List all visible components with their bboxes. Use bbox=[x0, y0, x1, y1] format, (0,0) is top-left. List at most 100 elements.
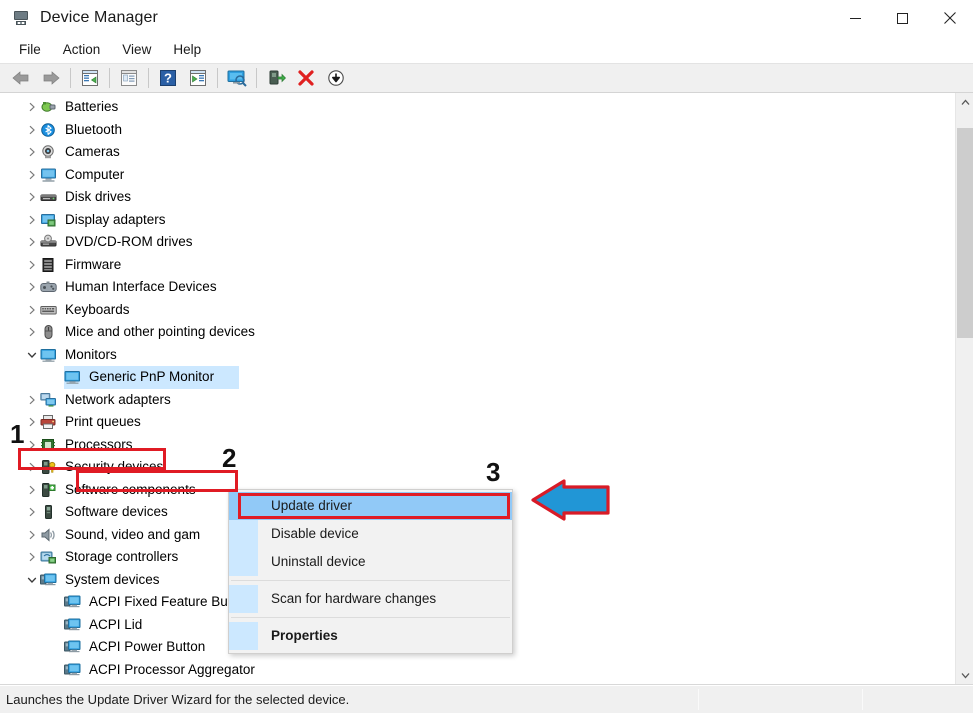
tree-item[interactable]: Batteries bbox=[0, 96, 955, 119]
close-icon[interactable] bbox=[926, 0, 973, 36]
tree-item-label: Mice and other pointing devices bbox=[65, 324, 255, 340]
minimize-icon[interactable] bbox=[832, 0, 879, 36]
context-menu-item-disable-device[interactable]: Disable device bbox=[229, 520, 512, 548]
menu-action[interactable]: Action bbox=[52, 37, 112, 62]
battery-icon bbox=[40, 99, 58, 115]
tree-item[interactable]: Cameras bbox=[0, 141, 955, 164]
tree-item-label: Generic PnP Monitor bbox=[89, 369, 215, 385]
chevron-right-icon[interactable] bbox=[24, 305, 40, 315]
chevron-right-icon[interactable] bbox=[24, 102, 40, 112]
tree-item-label: DVD/CD-ROM drives bbox=[65, 234, 193, 250]
tree-item[interactable]: Firmware bbox=[0, 254, 955, 277]
tree-item-label: Firmware bbox=[65, 256, 122, 272]
toolbar-separator bbox=[109, 68, 110, 88]
device-manager-icon bbox=[12, 9, 30, 27]
chevron-right-icon[interactable] bbox=[24, 395, 40, 405]
tree-item[interactable]: Human Interface Devices bbox=[0, 276, 955, 299]
maximize-icon[interactable] bbox=[879, 0, 926, 36]
tree-item[interactable]: Display adapters bbox=[0, 209, 955, 232]
vertical-scrollbar[interactable] bbox=[955, 93, 973, 684]
context-menu-item-scan-for-hardware-changes[interactable]: Scan for hardware changes bbox=[229, 585, 512, 613]
hid-icon bbox=[40, 279, 58, 295]
chevron-right-icon[interactable] bbox=[24, 170, 40, 180]
context-menu-separator bbox=[231, 617, 510, 618]
tree-item[interactable]: Monitors bbox=[0, 344, 955, 367]
firmware-icon bbox=[40, 257, 58, 273]
tree-item-label: Sound, video and gam bbox=[65, 526, 201, 542]
chevron-down-icon[interactable] bbox=[24, 351, 40, 359]
tree-item[interactable]: ACPI Processor Aggregator bbox=[0, 659, 955, 682]
status-bar-text: Launches the Update Driver Wizard for th… bbox=[6, 691, 350, 707]
status-bar: Launches the Update Driver Wizard for th… bbox=[0, 685, 973, 713]
device-manager-window: Device Manager File Action View Help ? B… bbox=[0, 0, 973, 713]
chevron-right-icon[interactable] bbox=[24, 327, 40, 337]
add-legacy-hardware-icon[interactable] bbox=[261, 65, 291, 91]
chevron-right-icon[interactable] bbox=[24, 192, 40, 202]
tree-item[interactable]: Keyboards bbox=[0, 299, 955, 322]
chevron-down-icon[interactable] bbox=[24, 576, 40, 584]
disk-drive-icon bbox=[40, 189, 58, 205]
scrollbar-thumb[interactable] bbox=[957, 128, 973, 338]
forward-icon[interactable] bbox=[36, 65, 66, 91]
annotation-number-1: 1 bbox=[10, 419, 25, 449]
properties-icon[interactable] bbox=[75, 65, 105, 91]
tree-item[interactable]: Security devices bbox=[0, 456, 955, 479]
tree-item[interactable]: Bluetooth bbox=[0, 119, 955, 142]
uninstall-device-icon[interactable] bbox=[291, 65, 321, 91]
menu-view[interactable]: View bbox=[111, 37, 162, 62]
disable-device-icon[interactable] bbox=[321, 65, 351, 91]
tree-item[interactable]: Computer bbox=[0, 164, 955, 187]
keyboard-icon bbox=[40, 302, 58, 318]
chevron-right-icon[interactable] bbox=[24, 462, 40, 472]
software-device-icon bbox=[40, 504, 58, 520]
chevron-right-icon[interactable] bbox=[24, 237, 40, 247]
chevron-right-icon[interactable] bbox=[24, 440, 40, 450]
menu-help[interactable]: Help bbox=[162, 37, 212, 62]
tree-item-label: ACPI Fixed Feature Button bbox=[89, 594, 251, 610]
context-menu-item-properties[interactable]: Properties bbox=[229, 622, 512, 650]
chevron-right-icon[interactable] bbox=[24, 260, 40, 270]
update-driver-icon[interactable] bbox=[183, 65, 213, 91]
tree-item-label: System devices bbox=[65, 571, 160, 587]
back-icon[interactable] bbox=[6, 65, 36, 91]
menu-file[interactable]: File bbox=[8, 37, 52, 62]
chevron-right-icon[interactable] bbox=[24, 507, 40, 517]
context-menu-item-uninstall-device[interactable]: Uninstall device bbox=[229, 548, 512, 576]
chevron-right-icon[interactable] bbox=[24, 552, 40, 562]
chevron-right-icon[interactable] bbox=[24, 125, 40, 135]
tree-item-label: Human Interface Devices bbox=[65, 279, 217, 295]
tree-item-label: Storage controllers bbox=[65, 549, 179, 565]
scroll-down-icon[interactable] bbox=[956, 666, 973, 684]
svg-text:?: ? bbox=[164, 71, 172, 86]
tree-item-label: Network adapters bbox=[65, 391, 171, 407]
show-hide-console-tree-icon[interactable] bbox=[114, 65, 144, 91]
tree-item-label: Software components bbox=[65, 481, 196, 497]
scroll-up-icon[interactable] bbox=[956, 93, 973, 111]
window-controls bbox=[832, 0, 973, 36]
chevron-right-icon[interactable] bbox=[24, 282, 40, 292]
help-icon[interactable]: ? bbox=[153, 65, 183, 91]
tree-item[interactable]: Processors bbox=[0, 434, 955, 457]
system-device-icon bbox=[64, 639, 82, 655]
tree-item[interactable]: Print queues bbox=[0, 411, 955, 434]
tree-item[interactable]: Mice and other pointing devices bbox=[0, 321, 955, 344]
chevron-right-icon[interactable] bbox=[24, 485, 40, 495]
chevron-right-icon[interactable] bbox=[24, 147, 40, 157]
context-menu[interactable]: Update driver Disable device Uninstall dev… bbox=[228, 489, 513, 654]
tree-item-selected[interactable]: Generic PnP Monitor bbox=[0, 366, 955, 389]
status-bar-divider bbox=[862, 689, 863, 710]
chevron-right-icon[interactable] bbox=[24, 530, 40, 540]
scan-for-hardware-changes-icon[interactable] bbox=[222, 65, 252, 91]
context-menu-item-update-driver[interactable]: Update driver bbox=[229, 492, 512, 520]
tree-item[interactable]: DVD/CD-ROM drives bbox=[0, 231, 955, 254]
tree-item[interactable]: Network adapters bbox=[0, 389, 955, 412]
network-adapter-icon bbox=[40, 392, 58, 408]
display-adapter-icon bbox=[40, 212, 58, 228]
toolbar-separator bbox=[70, 68, 71, 88]
system-device-icon bbox=[64, 662, 82, 678]
tree-item-label: Monitors bbox=[65, 346, 117, 362]
chevron-right-icon[interactable] bbox=[24, 417, 40, 427]
tree-item[interactable]: Disk drives bbox=[0, 186, 955, 209]
chevron-right-icon[interactable] bbox=[24, 215, 40, 225]
toolbar-separator bbox=[256, 68, 257, 88]
